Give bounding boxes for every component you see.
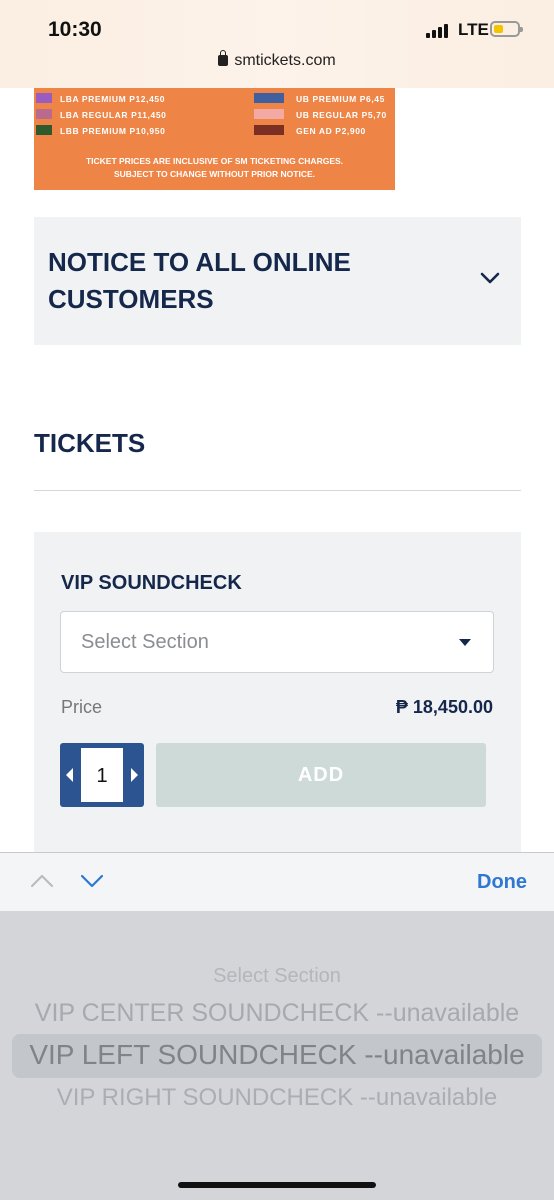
chevron-down-icon[interactable]: [80, 873, 104, 889]
lock-icon: [218, 50, 229, 66]
ticket-card: VIP SOUNDCHECK Select Section Price ₱ 18…: [34, 532, 521, 862]
legend-item: UB PREMIUM P6,45: [296, 94, 385, 104]
legend-swatch: [254, 125, 284, 135]
status-time: 10:30: [48, 18, 102, 41]
increment-icon[interactable]: [131, 768, 138, 782]
decrement-icon[interactable]: [66, 768, 73, 782]
section-picker[interactable]: Select Section VIP CENTER SOUNDCHECK --u…: [0, 911, 554, 1200]
keyboard-accessory-bar: Done: [0, 852, 554, 911]
section-select-value: Select Section: [81, 631, 209, 653]
legend-swatch: [36, 125, 52, 135]
banner-note: SUBJECT TO CHANGE WITHOUT PRIOR NOTICE.: [113, 169, 316, 179]
picker-option[interactable]: VIP RIGHT SOUNDCHECK --unavailable: [0, 1084, 554, 1112]
status-bar: 10:30 LTE smtickets.com: [0, 0, 554, 88]
legend-item: UB REGULAR P5,70: [296, 110, 387, 120]
legend-swatch: [36, 109, 52, 119]
url-text: smtickets.com: [234, 52, 336, 69]
legend-item: LBA REGULAR P11,450: [60, 110, 167, 120]
price-label: Price: [61, 697, 103, 717]
legend-item: GEN AD P2,900: [296, 126, 366, 136]
signal-icon: [426, 24, 454, 38]
legend-item: LBA PREMIUM P12,450: [60, 94, 166, 104]
caret-down-icon: [459, 639, 471, 646]
ticket-name: VIP SOUNDCHECK: [61, 572, 242, 594]
notice-title: NOTICE TO ALL ONLINE CUSTOMERS: [48, 247, 351, 314]
divider: [34, 490, 521, 491]
picker-option[interactable]: Select Section: [0, 965, 554, 988]
address-bar[interactable]: smtickets.com: [0, 50, 554, 70]
legend-swatch: [36, 93, 52, 103]
chevron-down-icon[interactable]: [480, 271, 500, 285]
chevron-up-icon[interactable]: [30, 873, 54, 889]
price-value: ₱ 18,450.00: [395, 697, 493, 717]
quantity-stepper[interactable]: 1: [60, 743, 144, 807]
section-select[interactable]: Select Section: [60, 611, 494, 673]
picker-option-selected[interactable]: VIP LEFT SOUNDCHECK --unavailable: [0, 1039, 554, 1071]
battery-icon: [490, 21, 523, 37]
quantity-value[interactable]: 1: [80, 747, 124, 803]
legend-item: LBB PREMIUM P10,950: [60, 126, 166, 136]
price-banner: LBA PREMIUM P12,450 LBA REGULAR P11,450 …: [34, 88, 395, 190]
legend-swatch: [254, 93, 284, 103]
done-button[interactable]: Done: [477, 871, 527, 894]
notice-accordion[interactable]: NOTICE TO ALL ONLINE CUSTOMERS: [34, 217, 521, 345]
home-indicator: [178, 1182, 376, 1188]
picker-option[interactable]: VIP CENTER SOUNDCHECK --unavailable: [0, 999, 554, 1028]
network-label: LTE: [458, 20, 489, 39]
tickets-heading: TICKETS: [34, 428, 146, 458]
legend-swatch: [254, 109, 284, 119]
add-button[interactable]: ADD: [156, 743, 486, 807]
banner-note: TICKET PRICES ARE INCLUSIVE OF SM TICKET…: [85, 156, 344, 166]
